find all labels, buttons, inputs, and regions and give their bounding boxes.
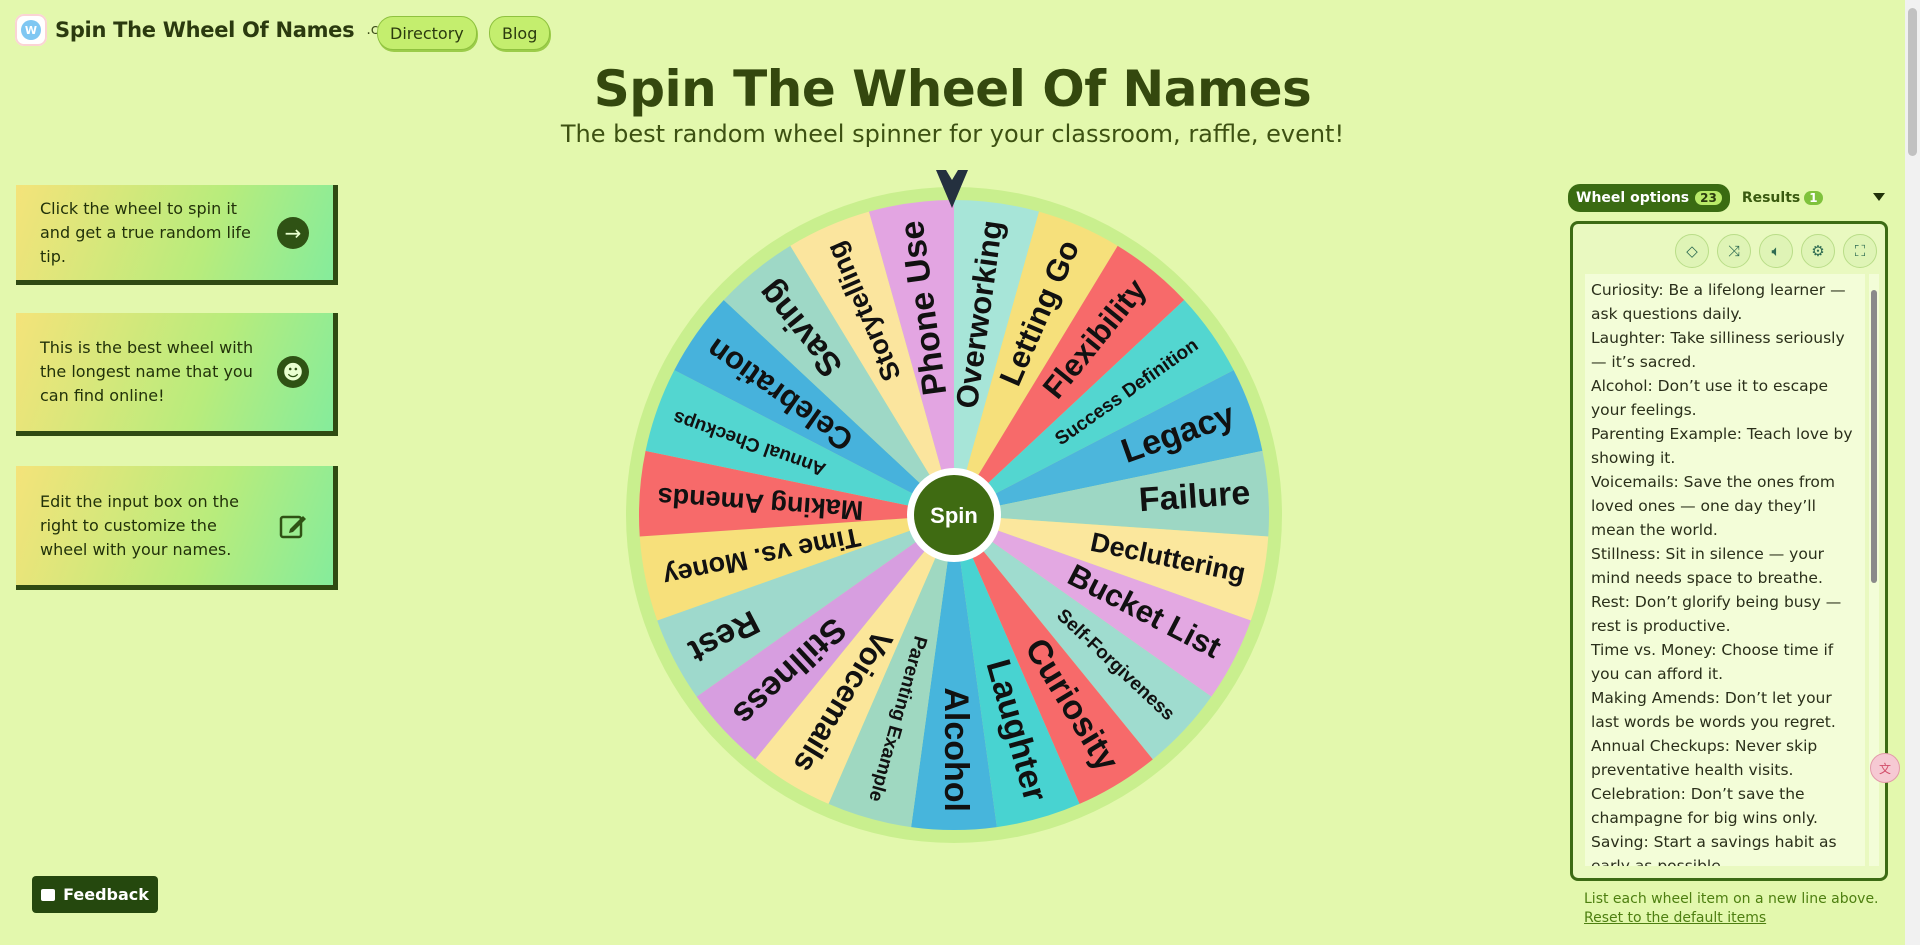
tab-results-label: Results [1741,190,1801,206]
logo-text: Spin The Wheel Of Names [55,18,355,42]
collapse-caret-icon[interactable] [1873,193,1885,201]
tip-text: This is the best wheel with the longest … [40,338,254,405]
panel-hint: List each wheel item on a new line above… [1584,891,1879,907]
wheel-segment-label: Failure [1138,474,1252,520]
tip-card-longest-name: This is the best wheel with the longest … [16,313,338,436]
spin-button-label[interactable]: Spin [930,503,978,528]
eraser-icon[interactable]: ◇ [1675,234,1709,268]
nav-blog-button[interactable]: Blog [489,16,551,50]
feedback-icon [41,888,56,901]
smiley-icon: ☻ [277,356,309,388]
fullscreen-icon[interactable]: ⛶ [1843,234,1877,268]
edit-icon [277,510,309,542]
page-scrollbar[interactable] [1905,0,1920,945]
tab-wheel-options-count: 23 [1695,191,1722,205]
reset-default-link[interactable]: Reset to the default items [1584,910,1766,926]
wheel-segment-label: Alcohol [937,687,975,812]
page-scrollbar-thumb[interactable] [1908,8,1917,156]
wheel-item-line: Celebration: Don’t save the champagne fo… [1591,785,1818,827]
page-subtitle: The best random wheel spinner for your c… [560,120,1345,148]
volume-icon[interactable]: 🔈︎ [1759,234,1793,268]
wheel-item-line: Making Amends: Don’t let your last words… [1591,689,1836,731]
feedback-button[interactable]: Feedback [32,876,158,913]
wheel-item-line: Alcohol: Don’t use it to escape your fee… [1591,377,1829,419]
wheel-item-line: Annual Checkups: Never skip preventative… [1591,737,1818,779]
tip-card-edit: Edit the input box on the right to custo… [16,466,338,590]
feedback-label: Feedback [63,885,149,904]
name-wheel[interactable]: Overworking Letting Go Flexibility Success … [624,185,1284,845]
wheel-item-line: Rest: Don’t glorify being busy — rest is… [1591,593,1842,635]
settings-icon[interactable]: ⚙ [1801,234,1835,268]
wheel-options-panel: ◇ ⤨ 🔈︎ ⚙ ⛶ Curiosity: Be a lifelong lear… [1570,221,1888,881]
tip-text: Edit the input box on the right to custo… [40,491,239,559]
tab-wheel-options[interactable]: Wheel options 23 [1568,184,1730,212]
wheel-items-textarea[interactable]: Curiosity: Be a lifelong learner — ask q… [1585,274,1865,866]
page-title: Spin The Wheel Of Names [593,60,1312,118]
tab-results-count: 1 [1804,191,1823,205]
shuffle-icon[interactable]: ⤨ [1717,234,1751,268]
tab-wheel-options-label: Wheel options [1576,190,1690,206]
tip-text: Click the wheel to spin it and get a tru… [40,198,251,266]
wheel-item-line: Time vs. Money: Choose time if you can a… [1591,641,1834,683]
translate-icon[interactable]: 文 [1870,753,1900,783]
wheel-item-line: Curiosity: Be a lifelong learner — ask q… [1591,281,1846,323]
arrow-right-icon: → [277,216,309,249]
site-logo[interactable]: W Spin The Wheel Of Names.com [15,14,401,46]
wheel-item-line: Laughter: Take silliness seriously — it’… [1591,329,1845,371]
wheel-item-line: Saving: Start a savings habit as early a… [1591,833,1837,866]
tab-results[interactable]: Results 1 [1742,190,1823,206]
tip-card-spin: Click the wheel to spin it and get a tru… [16,185,338,285]
panel-toolbar: ◇ ⤨ 🔈︎ ⚙ ⛶ [1675,234,1877,268]
wheel-item-line: Voicemails: Save the ones from loved one… [1591,473,1835,539]
panel-tabs: Wheel options 23 Results 1 [1568,184,1823,212]
nav-directory-button[interactable]: Directory [377,16,477,50]
textarea-scrollbar-thumb[interactable] [1871,290,1877,583]
butterfly-logo-icon: W [15,14,47,46]
wheel-item-line: Parenting Example: Teach love by showing… [1591,425,1853,467]
wheel-item-line: Stillness: Sit in silence — your mind ne… [1591,545,1825,587]
